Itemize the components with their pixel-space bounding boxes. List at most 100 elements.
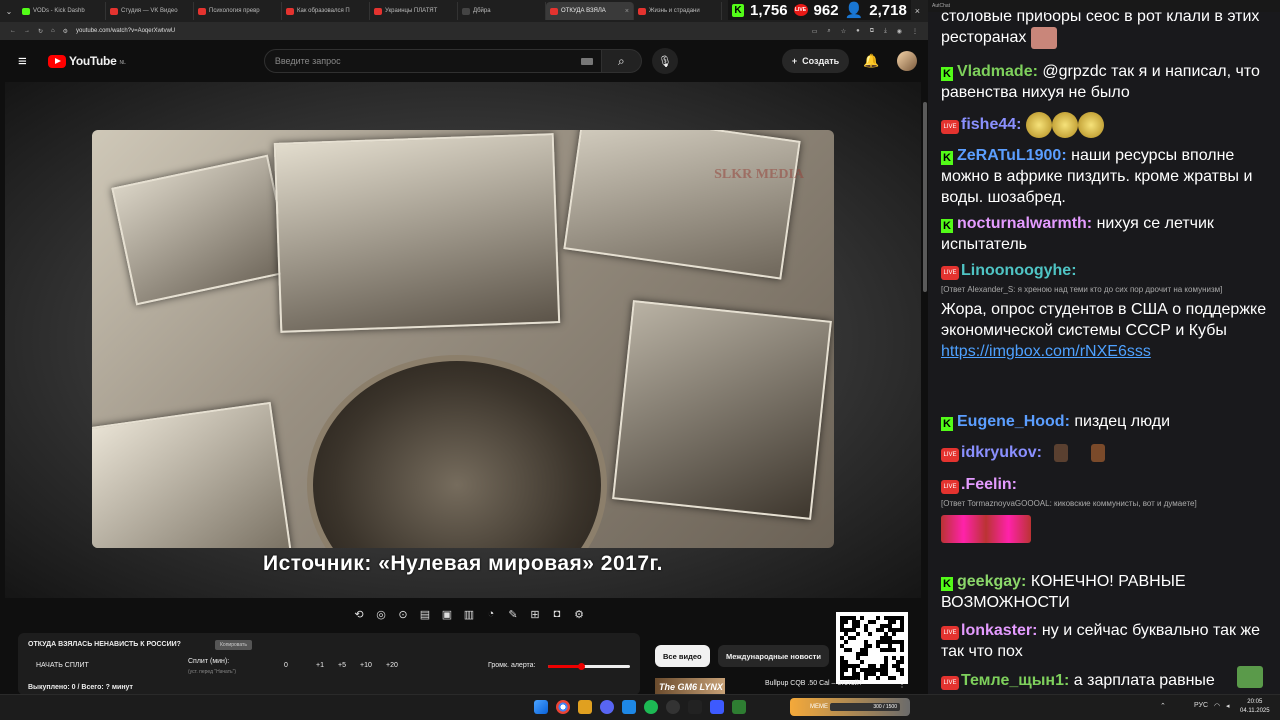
extensions-puzzle-icon[interactable]: ⧉ [870, 28, 874, 35]
system-clock[interactable]: 20:05 04.11.2025 [1240, 698, 1270, 716]
qr-module [852, 636, 856, 640]
edit-icon[interactable]: ✎ [504, 605, 522, 623]
tab-list-chevron-icon[interactable]: ⌄ [0, 0, 18, 22]
tab-label: Жизнь и страдани [649, 8, 700, 14]
reload-icon[interactable]: ↻ [38, 28, 43, 35]
screen-icon[interactable]: ▣ [438, 605, 456, 623]
add-5-button[interactable]: +5 [338, 662, 346, 669]
qr-module [892, 632, 896, 636]
home-icon[interactable]: ⌂ [51, 28, 55, 34]
recommendation-title[interactable]: Bullpup CQB .50 Cal – отстой? [765, 680, 863, 687]
loop-icon[interactable]: ⟲ [350, 605, 368, 623]
chat-nick[interactable]: Eugene_Hood: [957, 413, 1070, 430]
bookmark-star-icon[interactable]: ☆ [841, 28, 846, 35]
zoom-icon[interactable]: ⌕ [827, 28, 830, 35]
menu-dots-icon[interactable]: ⋮ [912, 28, 918, 35]
app-icon[interactable] [710, 700, 724, 714]
avatar[interactable] [897, 51, 918, 71]
profile-icon[interactable]: ◉ [897, 28, 902, 35]
keyboard-icon[interactable] [580, 58, 593, 65]
chat-nick[interactable]: fishe44: [961, 116, 1021, 133]
windows-start-icon[interactable] [534, 700, 548, 714]
browser-tab[interactable]: Жизнь и страдани [634, 2, 722, 20]
film-icon[interactable]: ▥ [460, 605, 478, 623]
language-indicator[interactable]: РУС [1194, 702, 1208, 709]
qr-module [864, 652, 868, 656]
window-close-icon[interactable]: × [915, 6, 920, 16]
live-badge-icon: LIVE [941, 626, 959, 640]
chat-nick[interactable]: Vladmade: [957, 63, 1038, 80]
tray-chevron-icon[interactable]: ⌃ [1160, 702, 1166, 710]
add-icon[interactable]: ⊞ [526, 605, 544, 623]
audio-icon[interactable]: ◎ [372, 605, 390, 623]
youtube-logo[interactable]: YouTube NL [48, 54, 126, 68]
chrome-icon[interactable] [556, 700, 570, 714]
add-1-button[interactable]: +1 [316, 662, 324, 669]
voice-search-button[interactable]: 🎙 [651, 48, 678, 74]
browser-tab-active[interactable]: ОТКУДА ВЗЯЛА × [546, 2, 634, 20]
bought-status: Выкуплено: 0 / Всего: ? минут [28, 684, 133, 691]
view-icon[interactable]: ⊙ [394, 605, 412, 623]
browser-tab[interactable]: Дбйра [458, 2, 546, 20]
menu-hamburger-icon[interactable]: ≡ [18, 53, 42, 70]
chip-all-videos[interactable]: Все видео [655, 645, 710, 667]
file-explorer-icon[interactable] [578, 700, 592, 714]
tab-close-icon[interactable]: × [625, 8, 629, 15]
more-dots-icon[interactable]: ⋮ [898, 680, 906, 689]
volume-icon[interactable]: ◂ [1226, 702, 1230, 710]
download-icon[interactable]: ⤓ [884, 28, 887, 35]
copy-button[interactable]: Копировать [215, 640, 252, 650]
alert-volume-slider[interactable] [548, 663, 630, 670]
search-input[interactable]: Введите запрос [263, 49, 602, 73]
qr-module [856, 624, 860, 628]
forward-icon[interactable]: → [24, 28, 30, 34]
browser-tab[interactable]: Как образовался П [282, 2, 370, 20]
qr-module [876, 676, 880, 680]
chip-international-news[interactable]: Международные новости [718, 645, 829, 667]
message-link[interactable]: https://imgbox.com/rNXE6sss [941, 341, 1271, 362]
site-info-icon[interactable]: ⚙ [63, 28, 68, 35]
browser-tab[interactable]: Студия — VK Видео [106, 2, 194, 20]
create-button[interactable]: + Создать [781, 49, 850, 73]
video-player[interactable]: SLKR MEDIA Источник: «Нулевая мировая» 2… [5, 82, 921, 598]
add-20-button[interactable]: +20 [386, 662, 398, 669]
browser-tab[interactable]: Украинцы ПЛАТЯТ [370, 2, 458, 20]
old-photo [273, 133, 561, 333]
obs-icon[interactable] [666, 700, 680, 714]
qr-module [860, 660, 864, 664]
settings-gear-icon[interactable]: ⚙ [570, 605, 588, 623]
scrollbar-thumb[interactable] [923, 102, 927, 292]
app-icon[interactable] [688, 700, 702, 714]
search-button[interactable]: ⌕ [601, 49, 642, 73]
cast-icon[interactable]: ▭ [812, 28, 818, 35]
page-scrollbar[interactable] [921, 82, 928, 694]
start-split-button[interactable]: НАЧАТЬ СПЛИТ [36, 662, 89, 669]
spotify-icon[interactable] [644, 700, 658, 714]
clapper-icon[interactable]: ▤ [416, 605, 434, 623]
url-field[interactable]: youtube.com/watch?v=AoqerXwtvwU [76, 28, 804, 34]
camera-icon[interactable]: ◘ [548, 605, 566, 623]
back-icon[interactable]: ← [10, 28, 16, 34]
meme-party-widget[interactable]: MEME PARTY300 / 1500 [790, 698, 910, 716]
speed-icon[interactable]: ◔ [482, 605, 500, 623]
wifi-icon[interactable]: ◠ [1214, 702, 1220, 710]
browser-tab[interactable]: VODs - Kick Dashb [18, 2, 106, 20]
discord-icon[interactable] [600, 700, 614, 714]
chat-nick[interactable]: idkryukov: [961, 444, 1042, 461]
chat-nick[interactable]: geekgay: [957, 573, 1026, 590]
browser-tab[interactable]: Психология превр [194, 2, 282, 20]
notifications-bell-icon[interactable]: 🔔 [863, 53, 879, 69]
chat-nick[interactable]: nocturnalwarmth: [957, 215, 1092, 232]
chat-nick[interactable]: Темле_щын1: [961, 672, 1069, 689]
chat-nick[interactable]: Linoonoogyhe: [961, 262, 1077, 279]
slider-knob[interactable] [577, 663, 585, 670]
app-icon[interactable] [732, 700, 746, 714]
chat-nick[interactable]: ZeRATuL1900: [957, 147, 1067, 164]
extension-icon[interactable]: ● [856, 28, 860, 35]
live-icon: LIVE [793, 4, 808, 16]
chat-nick[interactable]: .Feelin: [961, 476, 1017, 493]
telegram-icon[interactable] [622, 700, 636, 714]
chat-message: K ZeRATuL1900: наши ресурсы вполне можно … [941, 145, 1271, 208]
add-10-button[interactable]: +10 [360, 662, 372, 669]
chat-nick[interactable]: lonkaster: [961, 622, 1037, 639]
